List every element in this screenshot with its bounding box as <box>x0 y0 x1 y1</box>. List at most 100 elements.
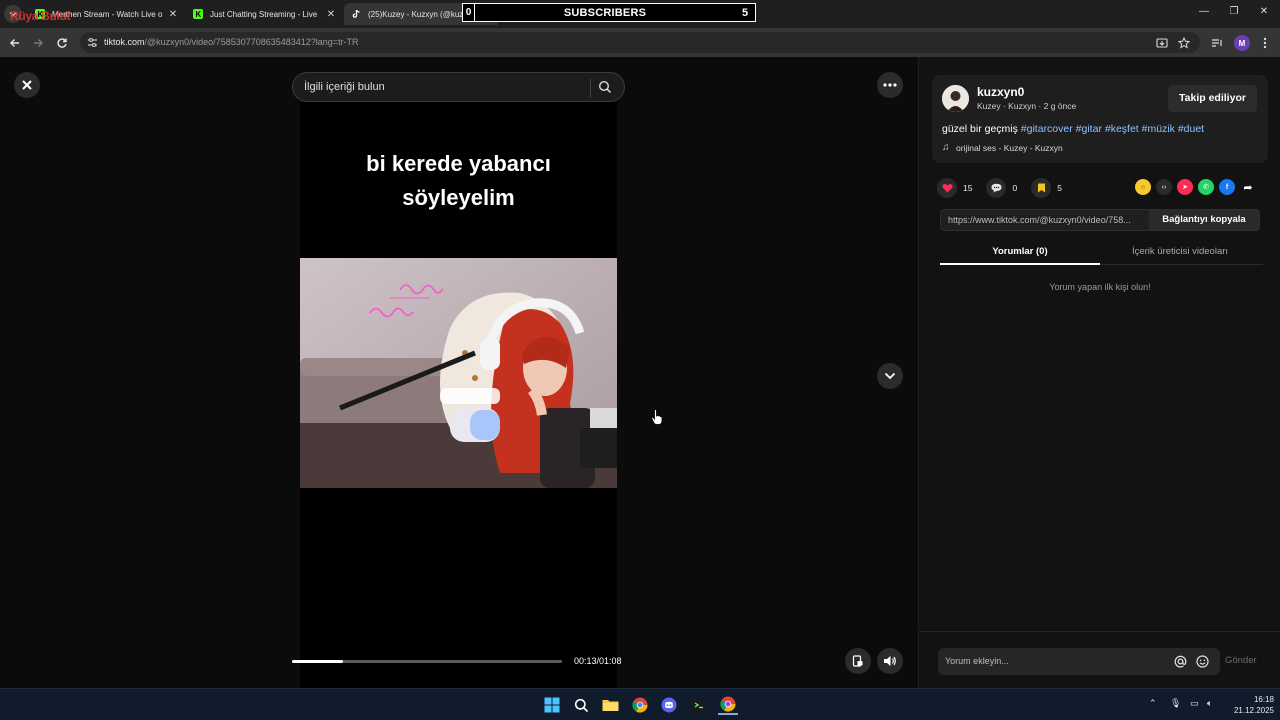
close-tab-icon[interactable]: ✕ <box>324 9 338 20</box>
volume-button[interactable] <box>877 648 903 674</box>
search-divider <box>590 79 591 97</box>
video-description: güzel bir geçmiş #gitarcover #gitar #keş… <box>942 123 1205 135</box>
subscribers-overlay: 0 SUBSCRIBERS 5 <box>462 3 756 22</box>
system-clock[interactable]: 16:18 21.12.2025 <box>1228 694 1274 716</box>
comment-placeholder: Yorum ekleyin... <box>945 656 1009 666</box>
empty-comments-message: Yorum yapan ilk kişi olun! <box>1049 282 1151 292</box>
install-app-icon[interactable] <box>1154 35 1170 51</box>
search-icon[interactable] <box>571 695 591 715</box>
forward-arrow-icon[interactable] <box>30 35 46 51</box>
related-content-search[interactable]: İlgili içeriği bulun <box>292 72 625 102</box>
engagement-stats: 15 0 5 <box>937 177 1076 199</box>
chevron-down-icon <box>884 372 896 380</box>
terminal-app-icon[interactable] <box>689 695 709 715</box>
heart-icon[interactable] <box>937 178 957 198</box>
more-options-button[interactable] <box>877 72 903 98</box>
subscribers-count: 5 <box>741 6 749 19</box>
microphone-icon[interactable]: 🎙︎ <box>1170 698 1181 709</box>
video-viewer: bi kerede yabancı söyleyelim İlgili içer… <box>0 57 918 688</box>
chrome-profile-icon[interactable] <box>718 695 738 715</box>
music-link[interactable]: ♫ orijinal ses - Kuzey - Kuzxyn <box>942 142 1063 153</box>
reload-icon[interactable] <box>54 35 70 51</box>
windows-taskbar: ⌃ 🎙︎ ▭ 🔈︎ 16:18 21.12.2025 <box>0 688 1280 720</box>
save-stat[interactable]: 5 <box>1031 178 1062 198</box>
video-progress-bar[interactable] <box>292 660 562 663</box>
hashtag-link[interactable]: #keşfet <box>1105 123 1139 135</box>
site-settings-icon[interactable] <box>87 37 98 48</box>
hashtag-link[interactable]: #duet <box>1178 123 1204 135</box>
minimize-window-icon[interactable]: — <box>1189 6 1219 17</box>
like-count: 15 <box>963 183 973 193</box>
subscribers-prefix: 0 <box>463 4 475 21</box>
tab-title: Just Chatting Streaming - Live <box>210 9 318 19</box>
url-text: tiktok.com/@kuzxyn0/video/75853077086354… <box>104 37 359 47</box>
back-arrow-icon[interactable] <box>7 35 23 51</box>
mini-player-icon <box>852 655 863 667</box>
hand-cursor-icon <box>651 409 663 425</box>
media-controls-icon[interactable] <box>1209 35 1225 51</box>
kick-favicon-icon: K <box>192 8 204 20</box>
speaker-icon[interactable]: 🔈︎ <box>1207 698 1212 709</box>
send-comment-button[interactable]: Gönder <box>1225 655 1257 666</box>
author-username[interactable]: kuzxyn0 <box>977 85 1024 99</box>
chrome-icon[interactable] <box>630 695 650 715</box>
share-arrow-icon[interactable]: ➦ <box>1240 179 1256 195</box>
friends-share-icon[interactable]: ☺ <box>1135 179 1151 195</box>
tab-comments[interactable]: Yorumlar (0) <box>940 246 1100 257</box>
facebook-icon[interactable]: f <box>1219 179 1235 195</box>
streamer-logo-watermark: Rüya Bulut <box>10 9 71 23</box>
hashtag-link[interactable]: #müzik <box>1142 123 1175 135</box>
bookmark-star-icon[interactable] <box>1176 35 1192 51</box>
video-link-text[interactable]: https://www.tiktok.com/@kuzxyn0/video/75… <box>948 215 1153 225</box>
comment-bubble-icon[interactable] <box>986 178 1007 198</box>
close-viewer-button[interactable] <box>14 72 40 98</box>
search-icon[interactable] <box>598 80 612 94</box>
next-video-button[interactable] <box>877 363 903 389</box>
send-to-friends-icon[interactable]: ➤ <box>1177 179 1193 195</box>
like-stat[interactable]: 15 <box>937 178 972 198</box>
search-placeholder: İlgili içeriği bulun <box>304 81 385 93</box>
save-count: 5 <box>1057 183 1062 193</box>
close-tab-icon[interactable]: ✕ <box>166 9 180 20</box>
video-player[interactable]: bi kerede yabancı söyleyelim <box>300 102 617 688</box>
following-button[interactable]: Takip ediliyor <box>1168 85 1257 112</box>
restore-window-icon[interactable]: ❐ <box>1219 6 1249 17</box>
file-explorer-icon[interactable] <box>600 695 620 715</box>
svg-text:K: K <box>196 10 202 19</box>
floating-player-button[interactable] <box>845 648 871 674</box>
embed-code-icon[interactable]: ‹› <box>1156 179 1172 195</box>
address-bar[interactable]: tiktok.com/@kuzxyn0/video/75853077086354… <box>80 32 1200 53</box>
emoji-icon[interactable] <box>1194 653 1210 669</box>
hashtag-link[interactable]: #gitar <box>1076 123 1102 135</box>
progress-fill <box>292 660 344 663</box>
discord-icon[interactable] <box>659 695 679 715</box>
comment-input[interactable]: Yorum ekleyin... <box>938 648 1220 675</box>
copy-link-button[interactable]: Bağlantıyı kopyala <box>1149 210 1259 230</box>
mention-icon[interactable] <box>1172 653 1188 669</box>
bookmark-icon[interactable] <box>1031 178 1052 198</box>
tab-creator-videos[interactable]: İçerik üreticisi videoları <box>1100 246 1260 257</box>
hashtag-link[interactable]: #gitarcover <box>1021 123 1073 135</box>
show-hidden-icons-chevron-icon[interactable]: ⌃ <box>1149 698 1157 709</box>
active-tab-underline <box>940 263 1100 265</box>
browser-menu-icon[interactable] <box>1257 35 1273 51</box>
video-time: 00:13/01:08 <box>574 656 622 666</box>
volume-icon <box>884 656 896 666</box>
close-icon <box>22 80 32 90</box>
close-window-icon[interactable]: ✕ <box>1249 6 1279 17</box>
network-icon[interactable]: ▭ <box>1190 698 1199 709</box>
whatsapp-icon[interactable]: ✆ <box>1198 179 1214 195</box>
video-caption: bi kerede yabancı söyleyelim <box>366 151 551 210</box>
browser-toolbar: tiktok.com/@kuzxyn0/video/75853077086354… <box>0 28 1280 57</box>
clock-time: 16:18 <box>1253 695 1274 704</box>
comment-stat[interactable]: 0 <box>986 178 1017 198</box>
profile-avatar[interactable]: M <box>1234 35 1250 51</box>
browser-tab-just-chatting[interactable]: K Just Chatting Streaming - Live ✕ <box>186 3 338 25</box>
video-frame-image <box>300 258 617 488</box>
browser-tab-bar: K Merthen Stream - Watch Live o ✕ Rüya B… <box>0 0 1280 28</box>
comment-composer: Yorum ekleyin... Gönder <box>919 631 1280 688</box>
comment-count: 0 <box>1012 183 1018 193</box>
video-details-panel: kuzxyn0 Kuzey · Kuzxyn · 2 g önce Takip … <box>918 57 1280 688</box>
author-avatar[interactable] <box>942 85 969 112</box>
windows-start-icon[interactable] <box>542 695 562 715</box>
